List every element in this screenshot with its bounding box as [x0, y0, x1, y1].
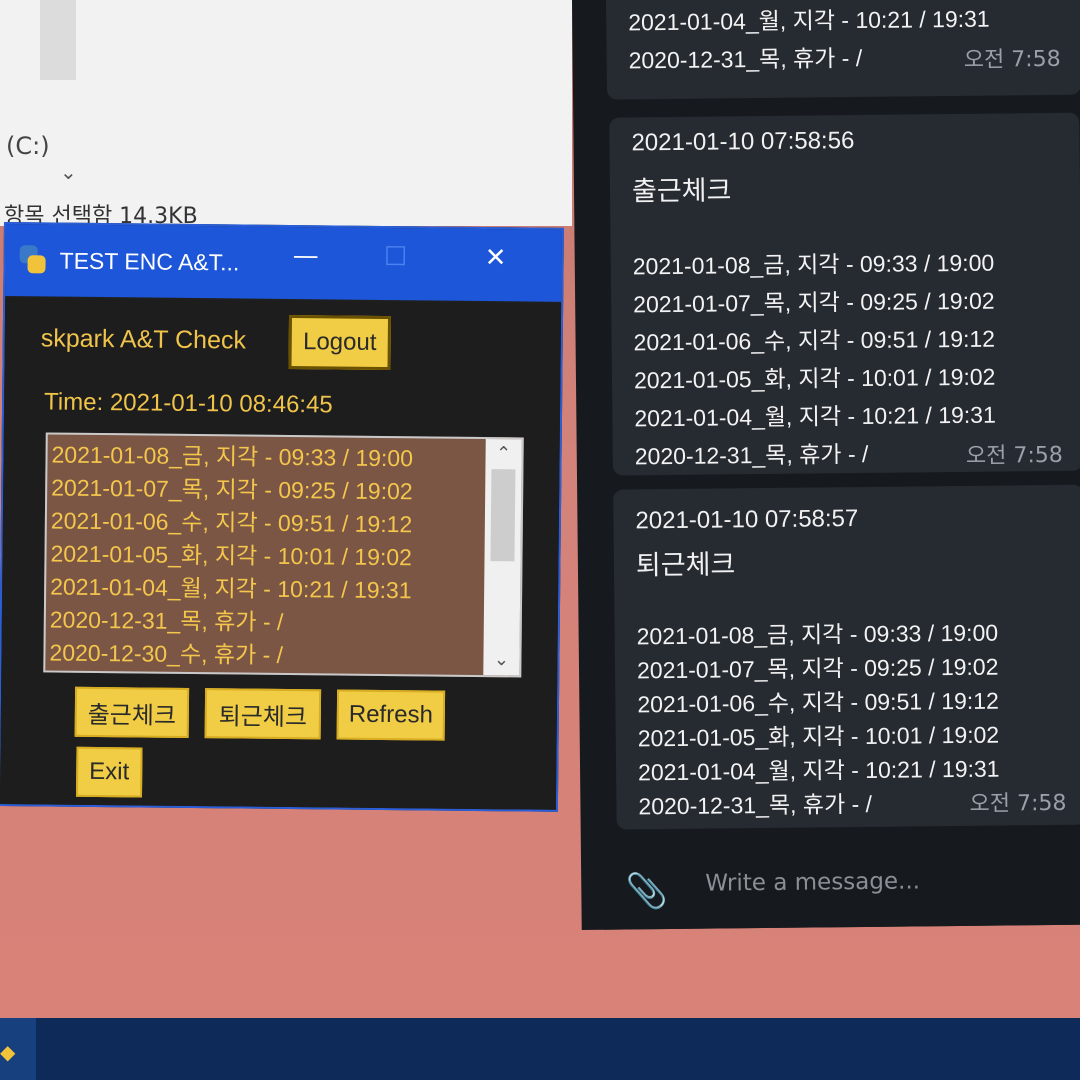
message-heading: 출근체크 [631, 175, 732, 208]
time-label: Time: 2021-01-10 08:46:45 [43, 388, 333, 419]
message-line: 2020-12-31_목, 휴가 - / [628, 44, 863, 74]
message-input[interactable]: Write a message... [705, 868, 920, 896]
message-bubble: 2021-01-04_월, 지각 - 10:21 / 19:31 2020-12… [605, 0, 1080, 100]
list-item[interactable]: 2020-12-30_수, 휴가 - / [49, 637, 479, 675]
message-line: 2021-01-04_월, 지각 - 10:21 / 19:31 [634, 401, 996, 432]
attendance-app-window: TEST ENC A&T... — ☐ ✕ skpark A&T Check L… [0, 222, 564, 812]
check-out-button[interactable]: 퇴근체크 [204, 688, 322, 740]
message-time: 오전 7:58 [963, 46, 1061, 73]
drive-label[interactable]: (C:) [6, 132, 50, 160]
user-label: skpark A&T Check [40, 324, 247, 355]
explorer-scrollbar[interactable] [40, 0, 76, 80]
paperclip-icon[interactable]: 📎 [625, 871, 668, 911]
logout-button[interactable]: Logout [288, 314, 392, 371]
refresh-button[interactable]: Refresh [336, 689, 446, 741]
message-time: 오전 7:58 [965, 442, 1063, 469]
scroll-up-icon[interactable]: ⌃ [485, 441, 521, 467]
python-logo-icon [15, 243, 49, 277]
message-line: 2021-01-07_목, 지각 - 09:25 / 19:02 [636, 653, 999, 684]
message-line: 2021-01-05_화, 지각 - 10:01 / 19:02 [637, 721, 1000, 752]
message-line: 2020-12-31_목, 휴가 - / [634, 440, 869, 470]
exit-button[interactable]: Exit [75, 746, 143, 798]
message-heading: 퇴근체크 [635, 549, 736, 582]
list-item[interactable]: 2021-01-04_월, 지각 - 10:21 / 19:31 [50, 571, 480, 609]
message-line: 2021-01-04_월, 지각 - 10:21 / 19:31 [637, 755, 1000, 786]
message-composer: 📎 Write a message... [602, 844, 1080, 930]
message-line: 2021-01-08_금, 지각 - 09:33 / 19:00 [632, 249, 995, 280]
list-item[interactable]: 2020-12-31_목, 휴가 - / [50, 604, 480, 642]
messenger-panel: 2021-01-04_월, 지각 - 10:21 / 19:31 2020-12… [572, 0, 1080, 930]
message-line: 2021-01-05_화, 지각 - 10:01 / 19:02 [633, 363, 996, 394]
chevron-down-icon[interactable]: ⌄ [60, 160, 77, 184]
scroll-down-icon[interactable]: ⌄ [483, 647, 519, 673]
message-line: 2021-01-06_수, 지각 - 09:51 / 19:12 [633, 325, 996, 356]
minimize-button[interactable]: — [286, 241, 326, 271]
close-button[interactable]: ✕ [475, 243, 515, 273]
listbox-rows: 2021-01-08_금, 지각 - 09:33 / 19:00 2021-01-… [49, 439, 481, 674]
message-line: 2021-01-08_금, 지각 - 09:33 / 19:00 [636, 619, 999, 650]
message-timestamp: 2021-01-10 07:58:57 [635, 505, 859, 535]
list-item[interactable]: 2021-01-06_수, 지각 - 09:51 / 19:12 [51, 505, 481, 543]
message-time: 오전 7:58 [969, 790, 1067, 817]
attendance-listbox[interactable]: 2021-01-08_금, 지각 - 09:33 / 19:00 2021-01-… [43, 432, 524, 678]
taskbar: ◆ [0, 1018, 1080, 1080]
list-item[interactable]: 2021-01-08_금, 지각 - 09:33 / 19:00 [51, 439, 481, 477]
message-line: 2021-01-04_월, 지각 - 10:21 / 19:31 [628, 5, 990, 36]
message-line: 2021-01-06_수, 지각 - 09:51 / 19:12 [637, 687, 999, 718]
message-timestamp: 2021-01-10 07:58:56 [631, 127, 855, 157]
app-titlebar[interactable]: TEST ENC A&T... — ☐ ✕ [5, 224, 562, 302]
app-body: skpark A&T Check Logout Time: 2021-01-10… [0, 298, 562, 810]
scroll-thumb[interactable] [490, 469, 516, 562]
message-line: 2020-12-31_목, 휴가 - / [638, 790, 873, 820]
file-explorer-window: (C:) ⌄ 항목 선택함 14.3KB [0, 0, 572, 229]
check-in-button[interactable]: 출근체크 [74, 686, 190, 738]
list-item[interactable]: 2021-01-05_화, 지각 - 10:01 / 19:02 [50, 538, 480, 576]
maximize-button[interactable]: ☐ [375, 242, 415, 272]
message-bubble: 2021-01-10 07:58:57 퇴근체크 2021-01-08_금, 지… [613, 484, 1080, 830]
app-title: TEST ENC A&T... [59, 247, 240, 275]
python-taskbar-icon[interactable]: ◆ [0, 1040, 15, 1064]
list-item[interactable]: 2021-01-07_목, 지각 - 09:25 / 19:02 [51, 472, 481, 510]
message-line: 2021-01-07_목, 지각 - 09:25 / 19:02 [633, 287, 995, 318]
message-bubble: 2021-01-10 07:58:56 출근체크 2021-01-08_금, 지… [609, 112, 1080, 476]
listbox-scrollbar[interactable]: ⌃ ⌄ [483, 439, 522, 676]
